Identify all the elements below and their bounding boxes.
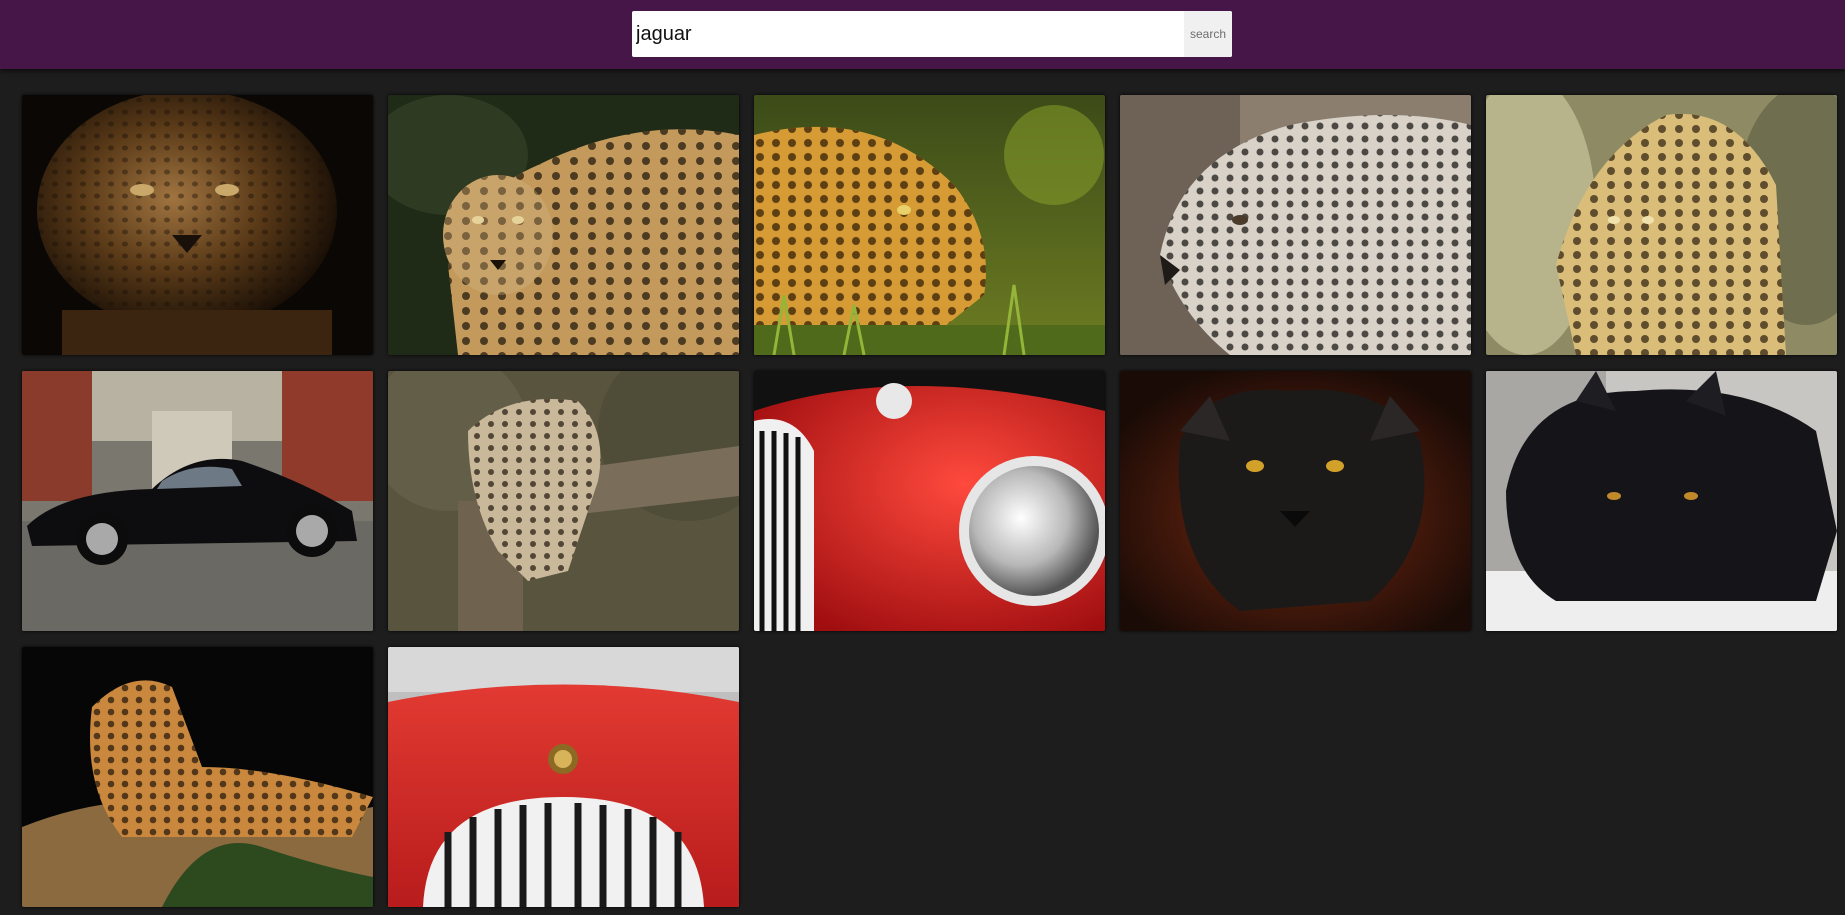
result-card[interactable] [754, 371, 1105, 631]
black-panther-face-icon [1120, 371, 1471, 631]
result-card[interactable] [22, 371, 373, 631]
black-jaguar-e-type-car-icon [22, 371, 373, 631]
results-grid [22, 95, 1842, 907]
jaguar-lying-on-rock-icon [22, 647, 373, 907]
result-card[interactable] [1120, 371, 1471, 631]
jaguar-profile-grass-icon [754, 95, 1105, 355]
black-panther-lying-icon [1486, 371, 1837, 631]
jaguar-face-closeup-icon [22, 95, 373, 355]
top-bar: search [0, 0, 1845, 69]
search-input[interactable] [632, 11, 1184, 57]
jaguar-standing-forest-icon [388, 95, 739, 355]
result-card[interactable] [22, 95, 373, 355]
result-card[interactable] [22, 647, 373, 907]
search-box: search [632, 11, 1232, 57]
result-card[interactable] [1120, 95, 1471, 355]
red-jaguar-car-grille-icon [388, 647, 739, 907]
search-button[interactable]: search [1184, 11, 1232, 57]
red-jaguar-car-headlight-icon [754, 371, 1105, 631]
result-card[interactable] [388, 95, 739, 355]
result-card[interactable] [388, 371, 739, 631]
result-card[interactable] [1486, 371, 1837, 631]
result-card[interactable] [1486, 95, 1837, 355]
result-card[interactable] [754, 95, 1105, 355]
result-card[interactable] [388, 647, 739, 907]
jaguar-profile-sepia-icon [1120, 95, 1471, 355]
jaguar-rocks-icon [1486, 95, 1837, 355]
leopard-on-log-icon [388, 371, 739, 631]
